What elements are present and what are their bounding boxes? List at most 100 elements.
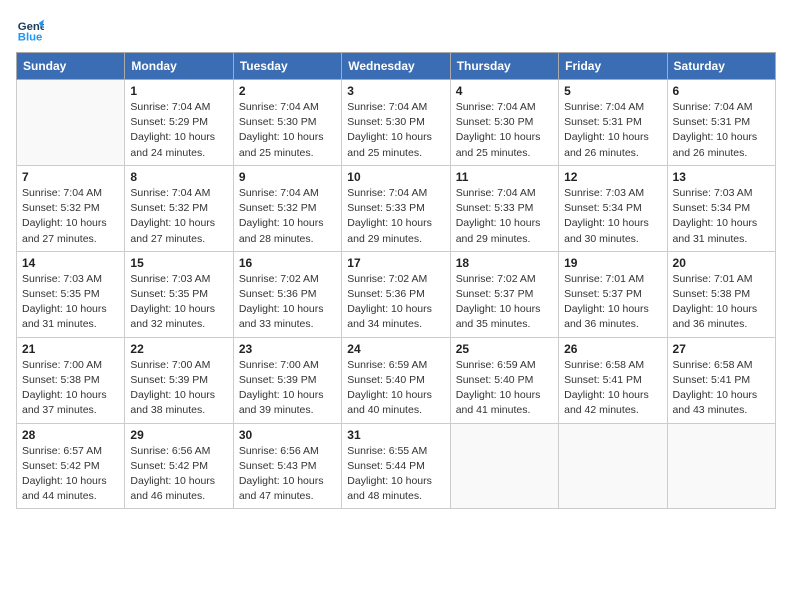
calendar-cell: 12 Sunrise: 7:03 AM Sunset: 5:34 PM Dayli… — [559, 165, 667, 251]
day-info: Sunrise: 7:02 AM Sunset: 5:36 PM Dayligh… — [239, 272, 336, 333]
day-number: 21 — [22, 342, 119, 356]
calendar-cell — [559, 423, 667, 509]
day-info: Sunrise: 6:58 AM Sunset: 5:41 PM Dayligh… — [564, 358, 661, 419]
day-info: Sunrise: 7:02 AM Sunset: 5:36 PM Dayligh… — [347, 272, 444, 333]
day-number: 30 — [239, 428, 336, 442]
calendar-cell: 9 Sunrise: 7:04 AM Sunset: 5:32 PM Daylig… — [233, 165, 341, 251]
calendar-cell: 4 Sunrise: 7:04 AM Sunset: 5:30 PM Daylig… — [450, 80, 558, 166]
day-number: 15 — [130, 256, 227, 270]
day-header-thursday: Thursday — [450, 53, 558, 80]
day-number: 4 — [456, 84, 553, 98]
day-number: 24 — [347, 342, 444, 356]
day-number: 13 — [673, 170, 770, 184]
day-info: Sunrise: 7:04 AM Sunset: 5:30 PM Dayligh… — [347, 100, 444, 161]
calendar-header-row: SundayMondayTuesdayWednesdayThursdayFrid… — [17, 53, 776, 80]
day-number: 14 — [22, 256, 119, 270]
calendar-cell: 16Sunrise: 7:02 AM Sunset: 5:36 PM Dayli… — [233, 251, 341, 337]
day-header-saturday: Saturday — [667, 53, 775, 80]
calendar-table: SundayMondayTuesdayWednesdayThursdayFrid… — [16, 52, 776, 509]
day-info: Sunrise: 7:04 AM Sunset: 5:33 PM Dayligh… — [347, 186, 444, 247]
day-info: Sunrise: 6:56 AM Sunset: 5:42 PM Dayligh… — [130, 444, 227, 505]
calendar-week-row: 28 Sunrise: 6:57 AM Sunset: 5:42 PM Dayli… — [17, 423, 776, 509]
day-number: 18 — [456, 256, 553, 270]
day-info: Sunrise: 7:03 AM Sunset: 5:34 PM Dayligh… — [673, 186, 770, 247]
day-info: Sunrise: 7:04 AM Sunset: 5:31 PM Dayligh… — [673, 100, 770, 161]
day-number: 9 — [239, 170, 336, 184]
logo: General Blue — [16, 16, 44, 44]
day-info: Sunrise: 7:00 AM Sunset: 5:39 PM Dayligh… — [239, 358, 336, 419]
day-info: Sunrise: 7:04 AM Sunset: 5:32 PM Dayligh… — [22, 186, 119, 247]
calendar-cell: 7Sunrise: 7:04 AM Sunset: 5:32 PM Daylig… — [17, 165, 125, 251]
calendar-cell: 22 Sunrise: 7:00 AM Sunset: 5:39 PM Dayli… — [125, 337, 233, 423]
day-number: 22 — [130, 342, 227, 356]
calendar-cell: 3 Sunrise: 7:04 AM Sunset: 5:30 PM Daylig… — [342, 80, 450, 166]
calendar-cell: 11 Sunrise: 7:04 AM Sunset: 5:33 PM Dayli… — [450, 165, 558, 251]
day-number: 1 — [130, 84, 227, 98]
calendar-week-row: 21 Sunrise: 7:00 AM Sunset: 5:38 PM Dayli… — [17, 337, 776, 423]
day-info: Sunrise: 7:04 AM Sunset: 5:33 PM Dayligh… — [456, 186, 553, 247]
calendar-cell — [667, 423, 775, 509]
calendar-cell: 26 Sunrise: 6:58 AM Sunset: 5:41 PM Dayli… — [559, 337, 667, 423]
day-info: Sunrise: 7:03 AM Sunset: 5:34 PM Dayligh… — [564, 186, 661, 247]
calendar-cell: 28 Sunrise: 6:57 AM Sunset: 5:42 PM Dayli… — [17, 423, 125, 509]
calendar-cell — [450, 423, 558, 509]
day-number: 26 — [564, 342, 661, 356]
calendar-cell: 10 Sunrise: 7:04 AM Sunset: 5:33 PM Dayli… — [342, 165, 450, 251]
day-info: Sunrise: 7:04 AM Sunset: 5:32 PM Dayligh… — [239, 186, 336, 247]
page-header: General Blue — [16, 16, 776, 44]
calendar-cell: 13 Sunrise: 7:03 AM Sunset: 5:34 PM Dayli… — [667, 165, 775, 251]
calendar-week-row: 7Sunrise: 7:04 AM Sunset: 5:32 PM Daylig… — [17, 165, 776, 251]
day-info: Sunrise: 7:00 AM Sunset: 5:38 PM Dayligh… — [22, 358, 119, 419]
calendar-cell: 18 Sunrise: 7:02 AM Sunset: 5:37 PM Dayli… — [450, 251, 558, 337]
day-number: 6 — [673, 84, 770, 98]
calendar-cell: 19 Sunrise: 7:01 AM Sunset: 5:37 PM Dayli… — [559, 251, 667, 337]
calendar-cell: 30 Sunrise: 6:56 AM Sunset: 5:43 PM Dayli… — [233, 423, 341, 509]
day-info: Sunrise: 6:59 AM Sunset: 5:40 PM Dayligh… — [456, 358, 553, 419]
calendar-cell: 27 Sunrise: 6:58 AM Sunset: 5:41 PM Dayli… — [667, 337, 775, 423]
calendar-cell: 8 Sunrise: 7:04 AM Sunset: 5:32 PM Daylig… — [125, 165, 233, 251]
day-info: Sunrise: 6:58 AM Sunset: 5:41 PM Dayligh… — [673, 358, 770, 419]
day-number: 2 — [239, 84, 336, 98]
day-number: 31 — [347, 428, 444, 442]
calendar-cell: 31 Sunrise: 6:55 AM Sunset: 5:44 PM Dayli… — [342, 423, 450, 509]
calendar-cell: 17Sunrise: 7:02 AM Sunset: 5:36 PM Dayli… — [342, 251, 450, 337]
calendar-cell: 6 Sunrise: 7:04 AM Sunset: 5:31 PM Daylig… — [667, 80, 775, 166]
day-info: Sunrise: 7:03 AM Sunset: 5:35 PM Dayligh… — [22, 272, 119, 333]
calendar-week-row: 1 Sunrise: 7:04 AM Sunset: 5:29 PM Daylig… — [17, 80, 776, 166]
day-number: 12 — [564, 170, 661, 184]
calendar-cell: 29Sunrise: 6:56 AM Sunset: 5:42 PM Dayli… — [125, 423, 233, 509]
day-number: 20 — [673, 256, 770, 270]
calendar-cell: 21 Sunrise: 7:00 AM Sunset: 5:38 PM Dayli… — [17, 337, 125, 423]
day-number: 10 — [347, 170, 444, 184]
day-header-wednesday: Wednesday — [342, 53, 450, 80]
day-info: Sunrise: 7:04 AM Sunset: 5:31 PM Dayligh… — [564, 100, 661, 161]
day-info: Sunrise: 6:56 AM Sunset: 5:43 PM Dayligh… — [239, 444, 336, 505]
calendar-cell: 15 Sunrise: 7:03 AM Sunset: 5:35 PM Dayli… — [125, 251, 233, 337]
day-number: 5 — [564, 84, 661, 98]
day-info: Sunrise: 7:04 AM Sunset: 5:32 PM Dayligh… — [130, 186, 227, 247]
day-number: 27 — [673, 342, 770, 356]
day-number: 19 — [564, 256, 661, 270]
calendar-cell: 2Sunrise: 7:04 AM Sunset: 5:30 PM Daylig… — [233, 80, 341, 166]
day-number: 8 — [130, 170, 227, 184]
calendar-cell: 24 Sunrise: 6:59 AM Sunset: 5:40 PM Dayli… — [342, 337, 450, 423]
day-info: Sunrise: 7:01 AM Sunset: 5:37 PM Dayligh… — [564, 272, 661, 333]
day-info: Sunrise: 7:00 AM Sunset: 5:39 PM Dayligh… — [130, 358, 227, 419]
day-header-tuesday: Tuesday — [233, 53, 341, 80]
calendar-cell: 25 Sunrise: 6:59 AM Sunset: 5:40 PM Dayli… — [450, 337, 558, 423]
calendar-cell: 14 Sunrise: 7:03 AM Sunset: 5:35 PM Dayli… — [17, 251, 125, 337]
logo-icon: General Blue — [16, 16, 44, 44]
day-info: Sunrise: 7:04 AM Sunset: 5:29 PM Dayligh… — [130, 100, 227, 161]
day-number: 3 — [347, 84, 444, 98]
day-info: Sunrise: 7:02 AM Sunset: 5:37 PM Dayligh… — [456, 272, 553, 333]
day-info: Sunrise: 7:04 AM Sunset: 5:30 PM Dayligh… — [456, 100, 553, 161]
day-number: 25 — [456, 342, 553, 356]
day-info: Sunrise: 6:55 AM Sunset: 5:44 PM Dayligh… — [347, 444, 444, 505]
day-info: Sunrise: 6:59 AM Sunset: 5:40 PM Dayligh… — [347, 358, 444, 419]
day-number: 28 — [22, 428, 119, 442]
day-header-monday: Monday — [125, 53, 233, 80]
day-number: 11 — [456, 170, 553, 184]
calendar-cell: 23Sunrise: 7:00 AM Sunset: 5:39 PM Dayli… — [233, 337, 341, 423]
day-info: Sunrise: 6:57 AM Sunset: 5:42 PM Dayligh… — [22, 444, 119, 505]
day-info: Sunrise: 7:03 AM Sunset: 5:35 PM Dayligh… — [130, 272, 227, 333]
